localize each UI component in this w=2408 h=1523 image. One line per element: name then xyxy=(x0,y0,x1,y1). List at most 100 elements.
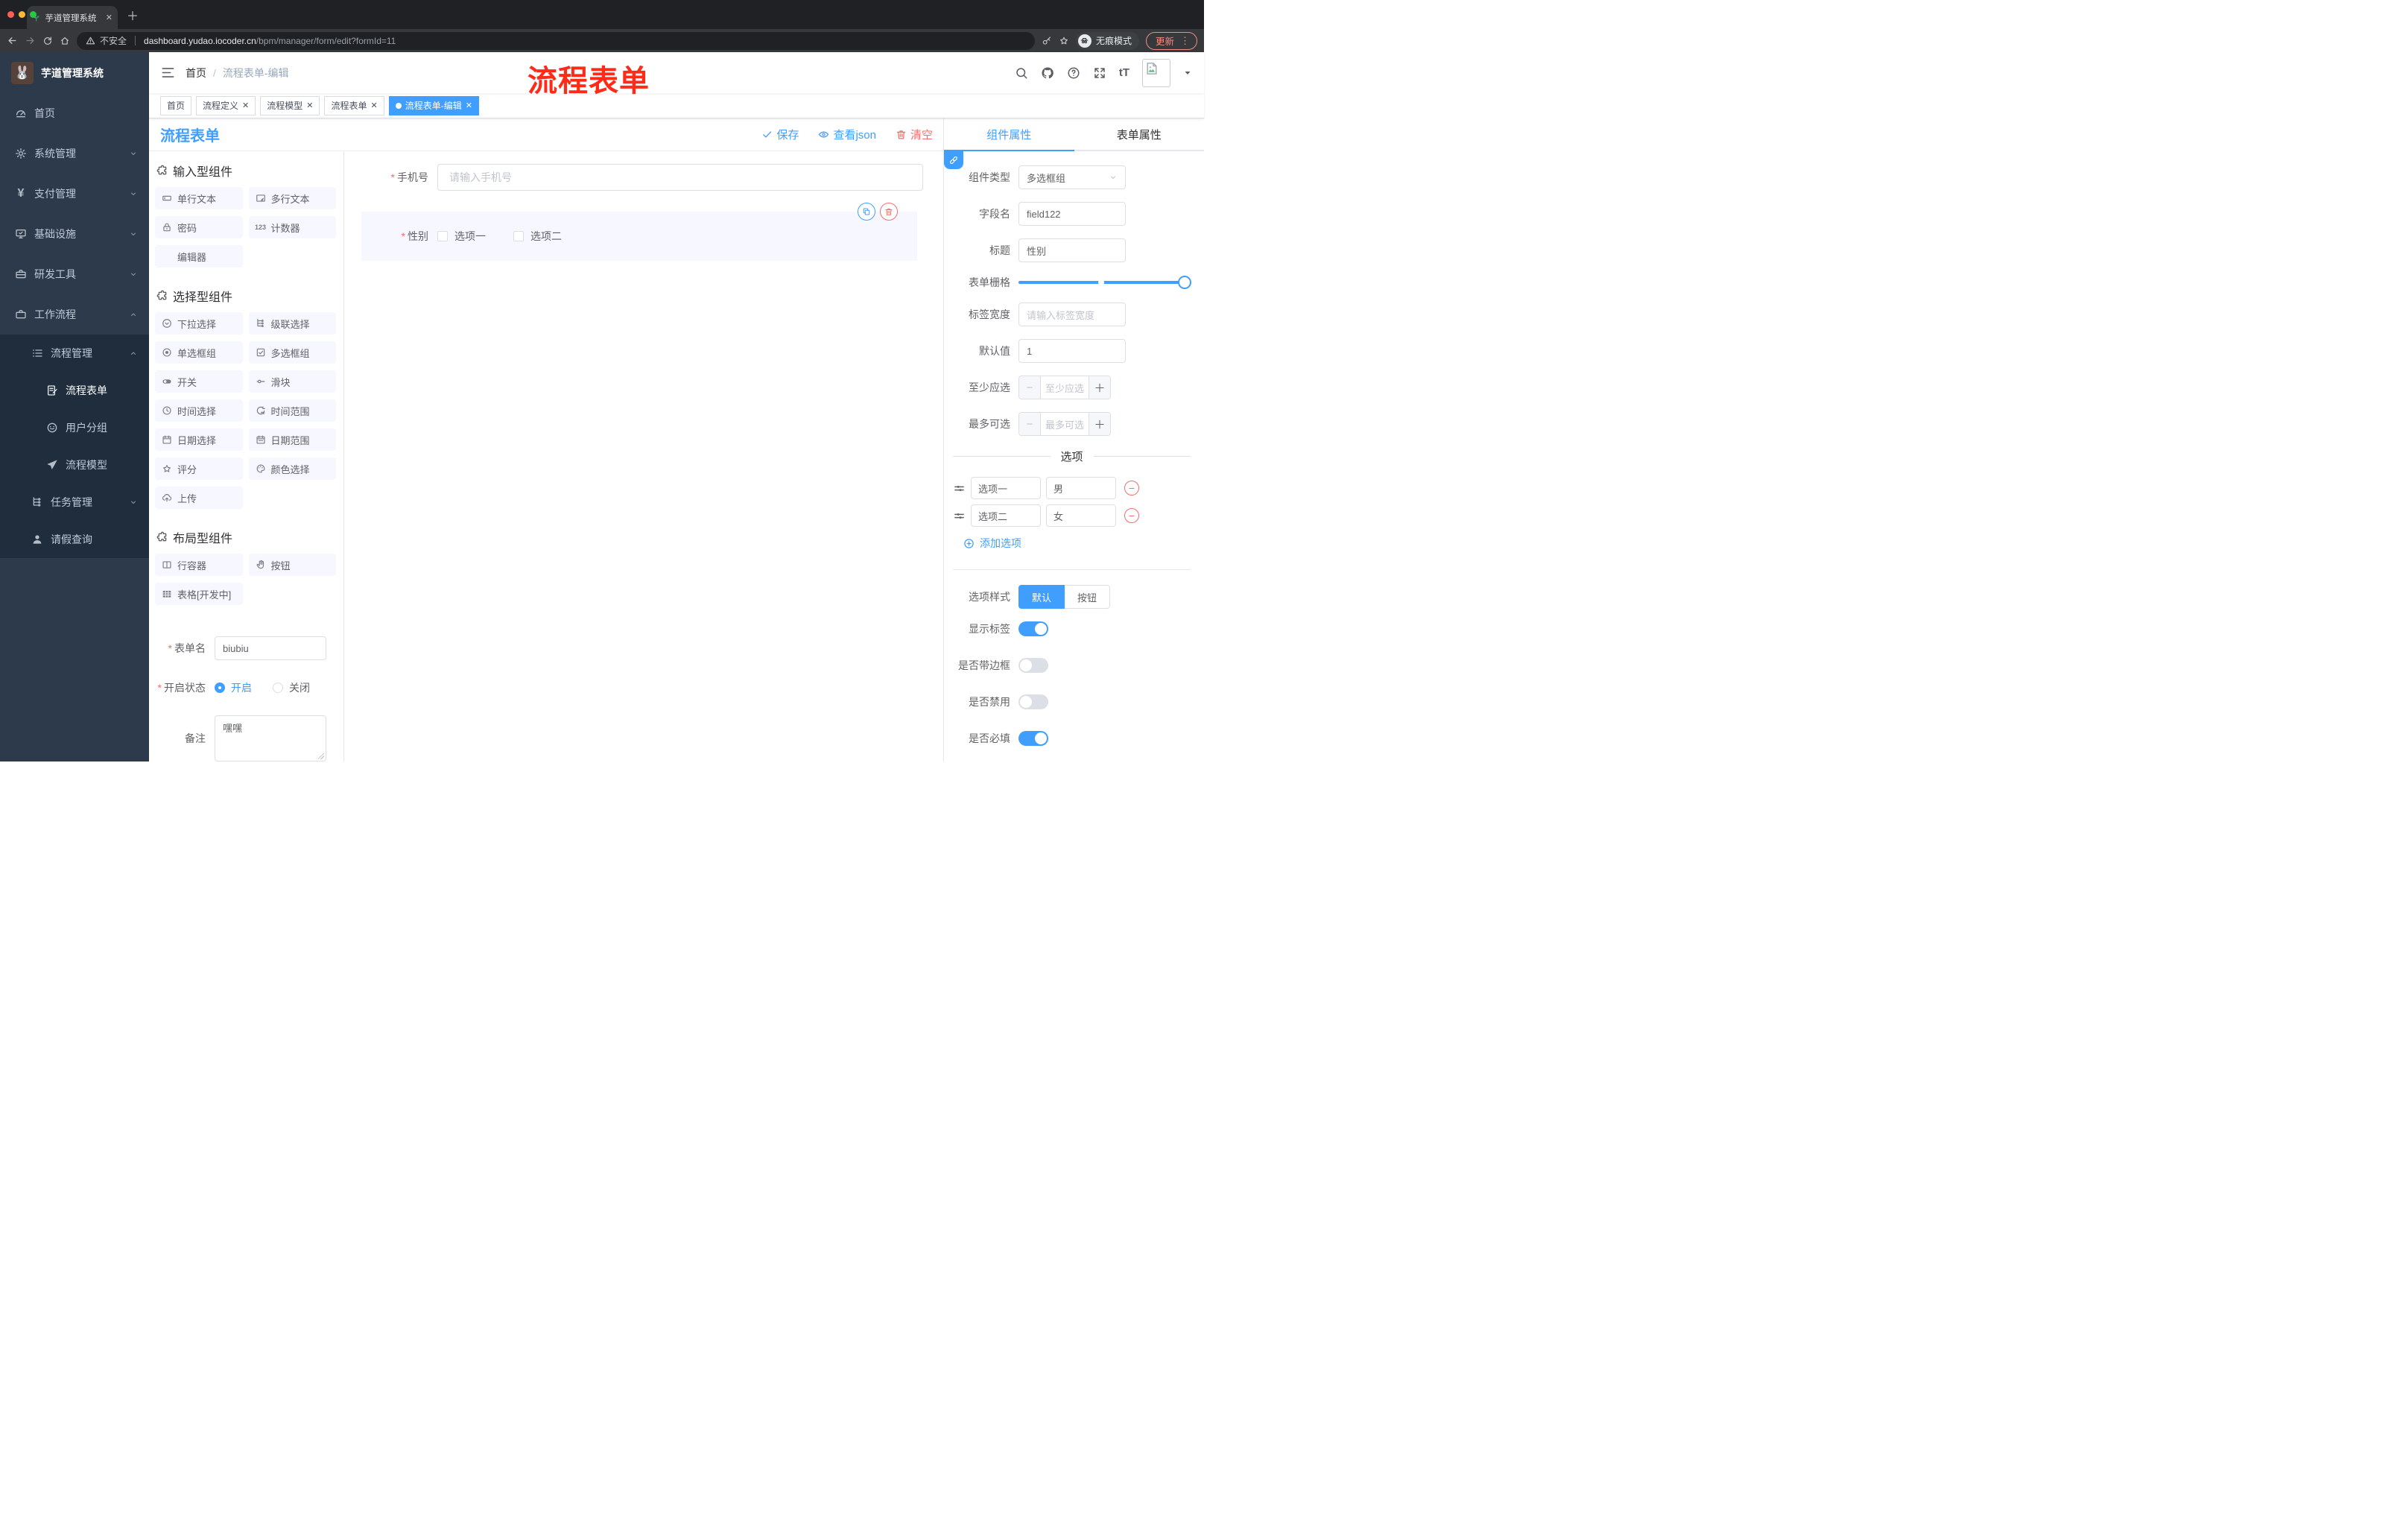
bookmark-star-icon[interactable] xyxy=(1059,36,1069,46)
browser-menu-icon[interactable]: ⋮ xyxy=(1180,35,1190,47)
palette-item[interactable]: 123 计数器 xyxy=(248,216,336,238)
delete-component-button[interactable] xyxy=(880,203,898,221)
browser-tab[interactable]: 芋道管理系统 ✕ xyxy=(27,6,118,29)
canvas-field-gender-selected[interactable]: * 性别 选项一 选项二 xyxy=(361,203,917,261)
palette-item[interactable]: 级联选择 xyxy=(248,312,336,335)
add-option-link[interactable]: 添加选项 xyxy=(963,536,1191,551)
window-controls[interactable] xyxy=(7,11,37,18)
browser-update-button[interactable]: 更新 ⋮ xyxy=(1145,31,1197,50)
tag-view-4[interactable]: 流程表单-编辑 ✕ xyxy=(388,95,479,115)
tag-view-0[interactable]: 首页 xyxy=(160,95,192,115)
tab-component-props[interactable]: 组件属性 xyxy=(944,118,1074,150)
sidebar-item-4[interactable]: 研发工具 xyxy=(0,254,149,294)
drag-handle-icon[interactable] xyxy=(953,510,966,522)
save-button[interactable]: 保存 xyxy=(761,127,799,142)
breadcrumb-home[interactable]: 首页 xyxy=(186,66,206,80)
home-icon[interactable] xyxy=(60,36,70,46)
stepper-input[interactable]: 最多可选 xyxy=(1040,413,1089,435)
maximize-window-button[interactable] xyxy=(30,11,37,18)
slider-handle[interactable] xyxy=(1178,276,1191,289)
user-menu-caret-icon[interactable] xyxy=(1183,69,1192,77)
prop-input-4[interactable]: 请输入标签宽度 xyxy=(1018,303,1126,326)
reload-icon[interactable] xyxy=(42,36,53,46)
form-name-input[interactable]: biubiu xyxy=(215,636,326,660)
status-radio-on[interactable]: 开启 xyxy=(215,680,252,695)
tag-view-2[interactable]: 流程模型 ✕ xyxy=(260,95,320,115)
user-avatar[interactable] xyxy=(1142,58,1170,87)
minus-button[interactable]: − xyxy=(1019,413,1040,435)
toggle-是否带边框[interactable] xyxy=(1018,658,1048,673)
segment-0[interactable]: 默认 xyxy=(1018,585,1065,609)
sidebar-item-7[interactable]: 流程表单 xyxy=(0,372,149,409)
palette-item[interactable]: 单行文本 xyxy=(155,187,243,209)
checkbox-box[interactable] xyxy=(437,231,448,241)
tag-view-1[interactable]: 流程定义 ✕ xyxy=(196,95,256,115)
prop-input-2[interactable]: 性别 xyxy=(1018,238,1126,262)
palette-item[interactable]: 日期选择 xyxy=(155,428,243,451)
toggle-是否必填[interactable] xyxy=(1018,731,1048,746)
palette-item[interactable]: 时间选择 xyxy=(155,399,243,422)
plus-button[interactable]: ＋ xyxy=(1089,413,1110,435)
fullscreen-icon[interactable] xyxy=(1093,66,1106,80)
palette-item[interactable]: 下拉选择 xyxy=(155,312,243,335)
tag-close-icon[interactable]: ✕ xyxy=(306,101,313,110)
prop-input-1[interactable]: field122 xyxy=(1018,202,1126,226)
help-icon[interactable] xyxy=(1067,66,1080,80)
tag-close-icon[interactable]: ✕ xyxy=(371,101,378,110)
plus-button[interactable]: ＋ xyxy=(1089,376,1110,399)
phone-input[interactable]: 请输入手机号 xyxy=(437,164,923,191)
checkbox-option-1[interactable]: 选项一 xyxy=(437,229,486,244)
palette-item[interactable]: 单选框组 xyxy=(155,341,243,364)
tab-form-props[interactable]: 表单属性 xyxy=(1074,118,1205,150)
security-label[interactable]: 不安全 xyxy=(100,34,127,47)
github-icon[interactable] xyxy=(1041,66,1054,80)
sidebar-collapse-icon[interactable] xyxy=(161,66,175,80)
tag-view-3[interactable]: 流程表单 ✕ xyxy=(324,95,384,115)
palette-item[interactable]: 表格[开发中] xyxy=(155,583,243,605)
new-tab-button[interactable]: ＋ xyxy=(127,6,139,24)
option-label-input[interactable]: 选项一 xyxy=(971,477,1041,499)
palette-item[interactable]: 颜色选择 xyxy=(248,457,336,480)
palette-item[interactable]: 行容器 xyxy=(155,554,243,576)
tag-close-icon[interactable]: ✕ xyxy=(466,101,472,110)
option-value-input[interactable]: 女 xyxy=(1046,504,1116,527)
sidebar-item-2[interactable]: ¥ 支付管理 xyxy=(0,174,149,214)
clear-button[interactable]: 清空 xyxy=(896,127,933,142)
view-json-button[interactable]: 查看json xyxy=(818,127,876,142)
minimize-window-button[interactable] xyxy=(19,11,25,18)
option-label-input[interactable]: 选项二 xyxy=(971,504,1041,527)
palette-item[interactable]: 时间范围 xyxy=(248,399,336,422)
component-type-select[interactable]: 多选框组 xyxy=(1018,165,1126,189)
palette-item[interactable]: 日期范围 xyxy=(248,428,336,451)
palette-item[interactable]: 开关 xyxy=(155,370,243,393)
tag-close-icon[interactable]: ✕ xyxy=(242,101,249,110)
copy-component-button[interactable] xyxy=(858,203,875,221)
password-key-icon[interactable] xyxy=(1042,36,1052,46)
palette-item[interactable]: 编辑器 xyxy=(155,245,243,267)
forward-icon[interactable] xyxy=(25,35,36,46)
form-grid-slider[interactable] xyxy=(1018,276,1191,289)
remove-option-button[interactable]: − xyxy=(1124,508,1139,523)
sidebar-item-9[interactable]: 流程模型 xyxy=(0,446,149,484)
toggle-是否禁用[interactable] xyxy=(1018,694,1048,709)
canvas-field-phone[interactable]: * 手机号 请输入手机号 xyxy=(355,164,923,191)
sidebar-item-6[interactable]: 流程管理 xyxy=(0,335,149,372)
sidebar-item-11[interactable]: 请假查询 xyxy=(0,521,149,558)
palette-item[interactable]: 密码 xyxy=(155,216,243,238)
back-icon[interactable] xyxy=(7,35,18,46)
stepper-input[interactable]: 至少应选 xyxy=(1040,376,1089,399)
checkbox-box[interactable] xyxy=(513,231,524,241)
sidebar-item-5[interactable]: 工作流程 xyxy=(0,294,149,335)
field-link-icon[interactable] xyxy=(944,151,963,169)
tab-close-icon[interactable]: ✕ xyxy=(106,13,113,22)
url-path[interactable]: /bpm/manager/form/edit?formId=11 xyxy=(256,36,396,46)
status-radio-off[interactable]: 关闭 xyxy=(273,680,310,695)
palette-item[interactable]: 评分 xyxy=(155,457,243,480)
form-remark-textarea[interactable]: 嘿嘿 xyxy=(215,715,326,762)
prop-input-5[interactable]: 1 xyxy=(1018,339,1126,363)
url-host[interactable]: dashboard.yudao.iocoder.cn xyxy=(144,36,256,46)
sidebar-item-1[interactable]: 系统管理 xyxy=(0,133,149,174)
palette-item[interactable]: 滑块 xyxy=(248,370,336,393)
option-value-input[interactable]: 男 xyxy=(1046,477,1116,499)
drag-handle-icon[interactable] xyxy=(953,482,966,495)
